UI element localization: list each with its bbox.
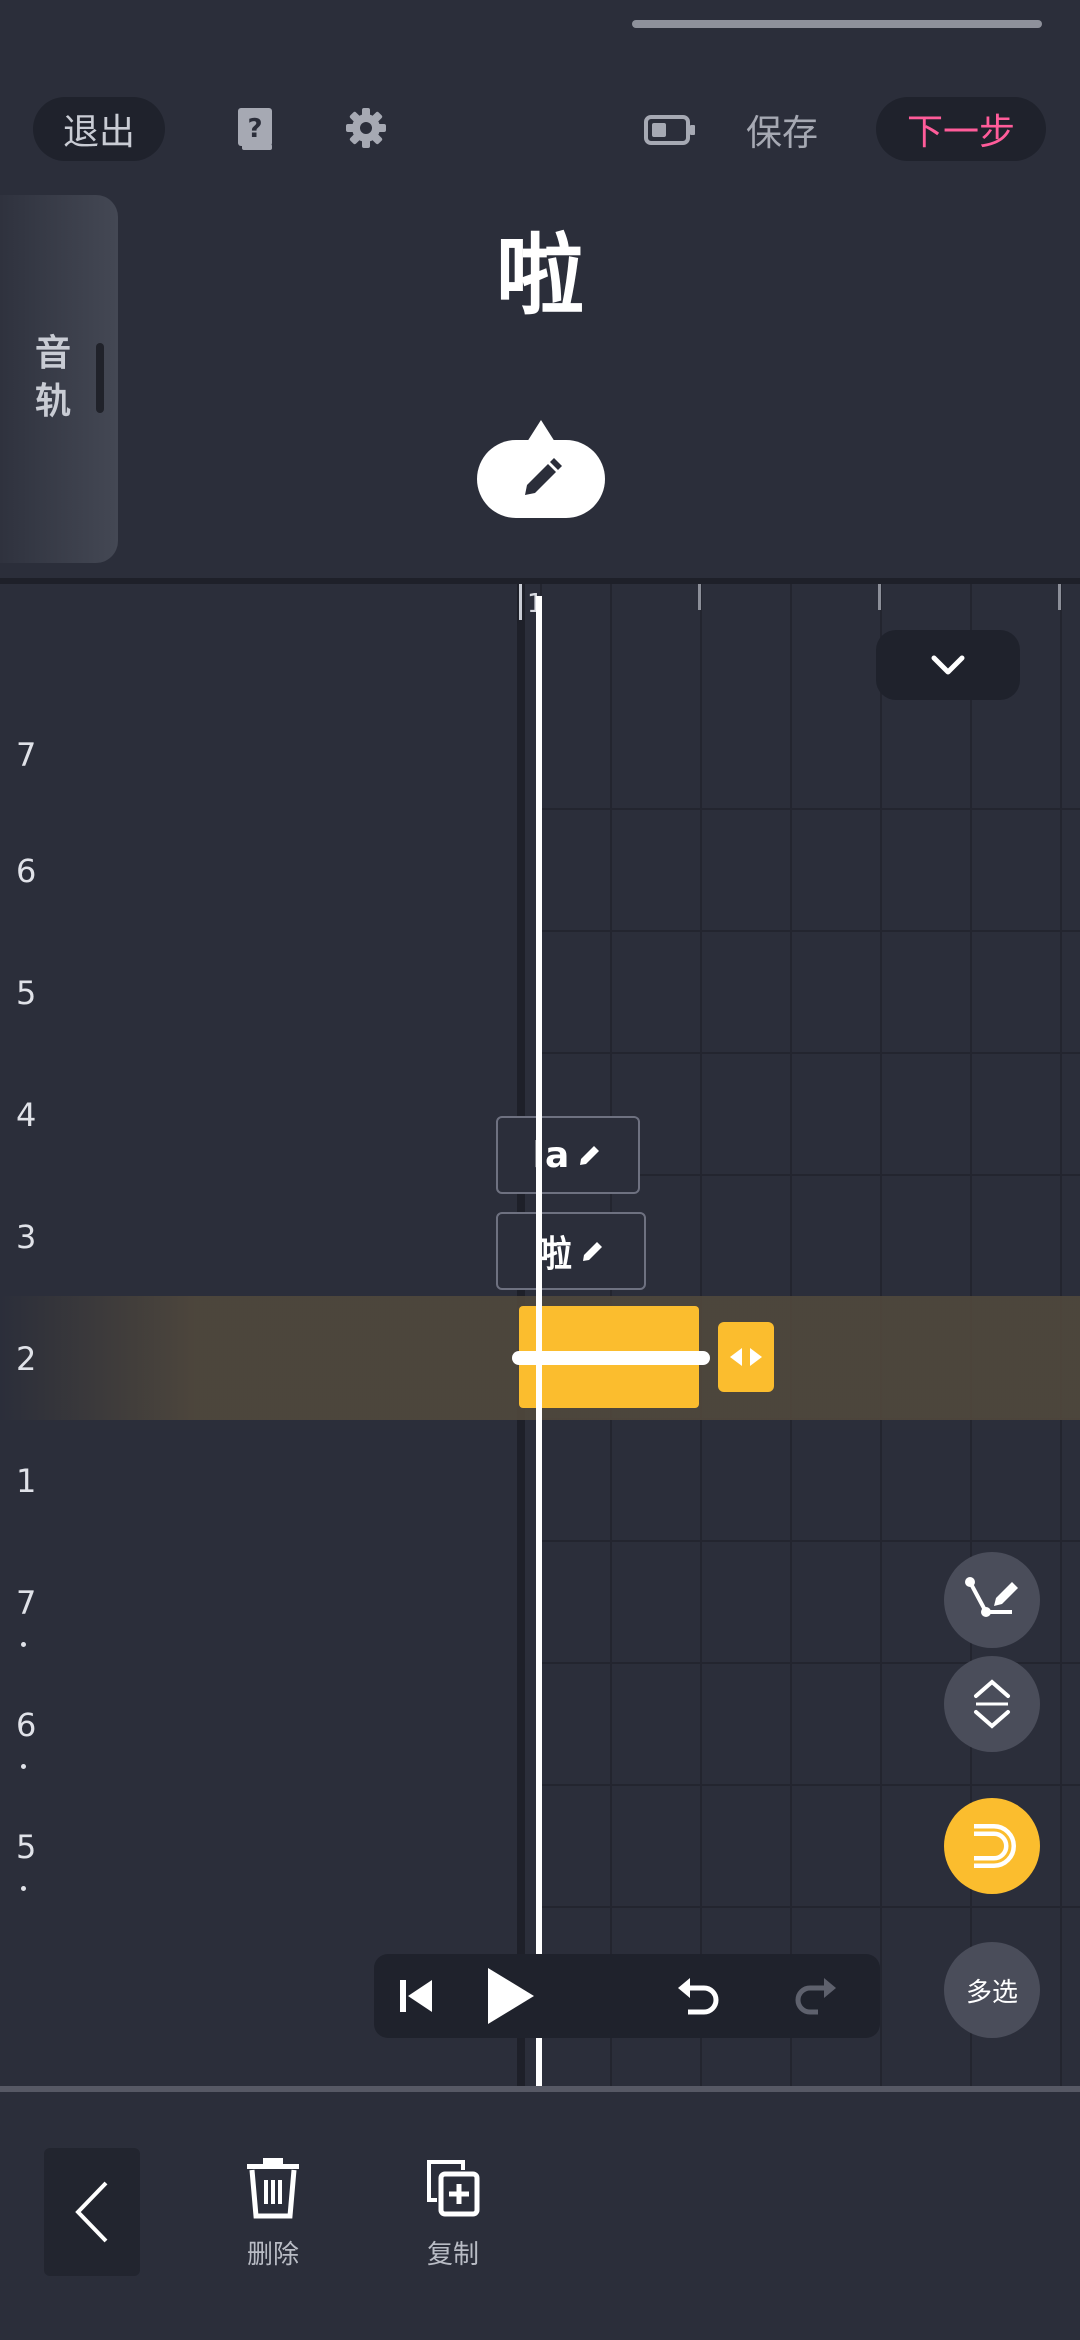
next-step-button[interactable]: 下一步 [876,97,1046,161]
battery-icon [644,114,696,146]
redo-button[interactable] [774,1954,858,2038]
skip-to-start-button[interactable] [374,1954,458,2038]
snap-magnet-button[interactable] [944,1798,1040,1894]
undo-icon [678,1978,719,2015]
pencil-icon [580,1146,600,1165]
current-lyric-title: 啦 [495,224,584,327]
play-button[interactable] [468,1954,552,2038]
skip-back-icon [400,1980,432,2012]
multi-select-button[interactable]: 多选 [944,1942,1040,2038]
track-tab-label: 音轨 [34,333,71,422]
pitch-label: 5 [16,974,37,1012]
pencil-icon [525,458,562,495]
resize-arrows-icon [730,1348,762,1366]
undo-button[interactable] [656,1954,740,2038]
chevron-down-icon [931,655,965,675]
gear-icon[interactable] [344,106,388,150]
pitch-label: 1 [16,1462,37,1500]
redo-icon [795,1978,836,2015]
copy-icon [427,2160,480,2217]
track-tab-handle [96,343,104,413]
magnet-icon [974,1824,1016,1868]
copy-button[interactable]: 复制 [398,2156,508,2271]
edit-lyric-button[interactable] [477,420,605,518]
help-book-icon[interactable]: ? [236,106,276,152]
pitch-label: 7 [16,736,37,774]
playhead[interactable] [536,596,542,2086]
svg-text:?: ? [247,114,262,144]
chevron-left-icon [75,2181,108,2243]
home-indicator [632,20,1042,28]
pitch-label: 5 [16,1828,37,1866]
save-button[interactable]: 保存 [746,104,818,156]
bottom-toolbar: 删除 复制 [0,2092,1080,2340]
up-down-icon [974,1679,1010,1729]
exit-button[interactable]: 退出 [33,97,165,161]
collapse-button[interactable] [876,630,1020,700]
delete-button[interactable]: 删除 [218,2156,328,2271]
playback-controls [374,1954,880,2038]
pencil-icon [583,1242,602,1261]
copy-label: 复制 [426,2240,479,2270]
trash-icon [247,2158,299,2219]
pitch-label: 2 [16,1340,37,1378]
multi-select-label: 多选 [965,1977,1018,2008]
piano-roll-grid[interactable]: 1 7 6 5 4 3 2 1 7 6 5 la 啦 [0,584,1080,2086]
back-button[interactable] [44,2148,140,2276]
track-panel-tab[interactable]: 音轨 [0,195,118,563]
pitch-shift-button[interactable] [944,1656,1040,1752]
pitch-label: 3 [16,1218,37,1256]
pitch-label: 6 [16,852,37,890]
pitch-label: 7 [16,1584,37,1622]
pitch-label: 4 [16,1096,37,1134]
note-resize-handle[interactable] [718,1322,774,1392]
pitch-label: 6 [16,1706,37,1744]
play-icon [488,1968,534,2024]
pitch-curve-icon [965,1577,1018,1617]
note-pinyin-label[interactable]: la [496,1116,640,1194]
delete-label: 删除 [246,2240,299,2270]
curve-edit-button[interactable] [944,1552,1040,1648]
note-character-label[interactable]: 啦 [496,1212,646,1290]
